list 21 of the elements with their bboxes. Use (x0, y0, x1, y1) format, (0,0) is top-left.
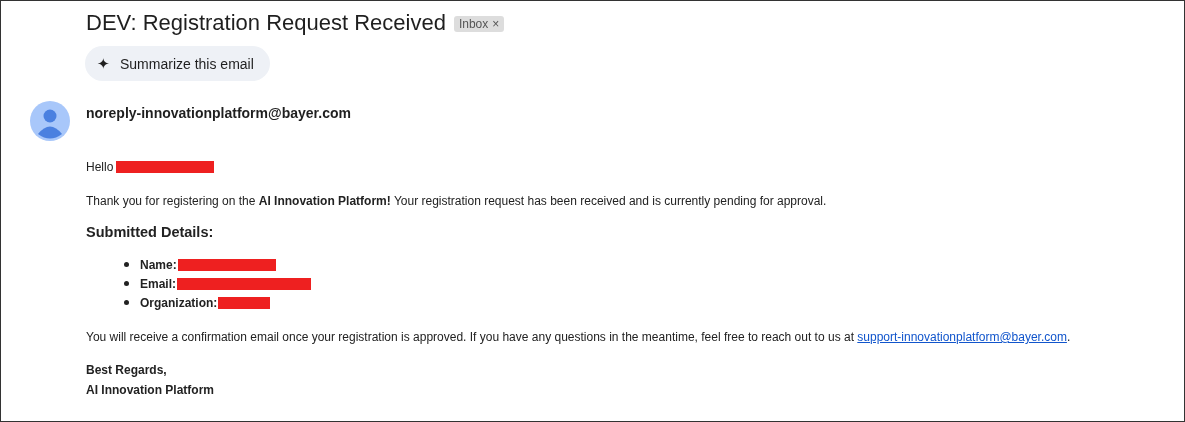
bullet-icon (124, 281, 129, 286)
bullet-icon (124, 262, 129, 267)
detail-label: Organization: (140, 295, 218, 310)
sender-address: noreply-innovationplatform@bayer.com (86, 105, 351, 121)
avatar-icon (30, 101, 70, 141)
greeting-text: Hello (86, 160, 114, 174)
section-heading: Submitted Details: (86, 224, 215, 240)
close-icon[interactable]: × (492, 17, 500, 31)
inbox-label[interactable]: Inbox × (453, 16, 505, 32)
signoff-line: Best Regards, (86, 362, 168, 379)
closing-punctuation: . (1066, 330, 1071, 344)
detail-label: Email: (140, 276, 176, 291)
intro-paragraph: Thank you for registering on the AI Innovation Platform! Your registration request has been received and is currently pending for approval. (86, 194, 828, 208)
detail-label: Name: (140, 257, 177, 272)
bullet-icon (124, 300, 129, 305)
signoff-line: AI Innovation Platform (86, 382, 215, 399)
sparkle-icon: ✦ (97, 54, 110, 73)
support-email-link[interactable]: support-innovationplatform@bayer.com (857, 330, 1067, 344)
summarize-button[interactable]: ✦ Summarize this email (85, 46, 270, 81)
closing-text: You will receive a confirmation email once your registration is approved. If you have any questions in the meantime, feel free to reach out to us at (86, 330, 855, 344)
email-subject: DEV: Registration Request Received (86, 10, 446, 36)
